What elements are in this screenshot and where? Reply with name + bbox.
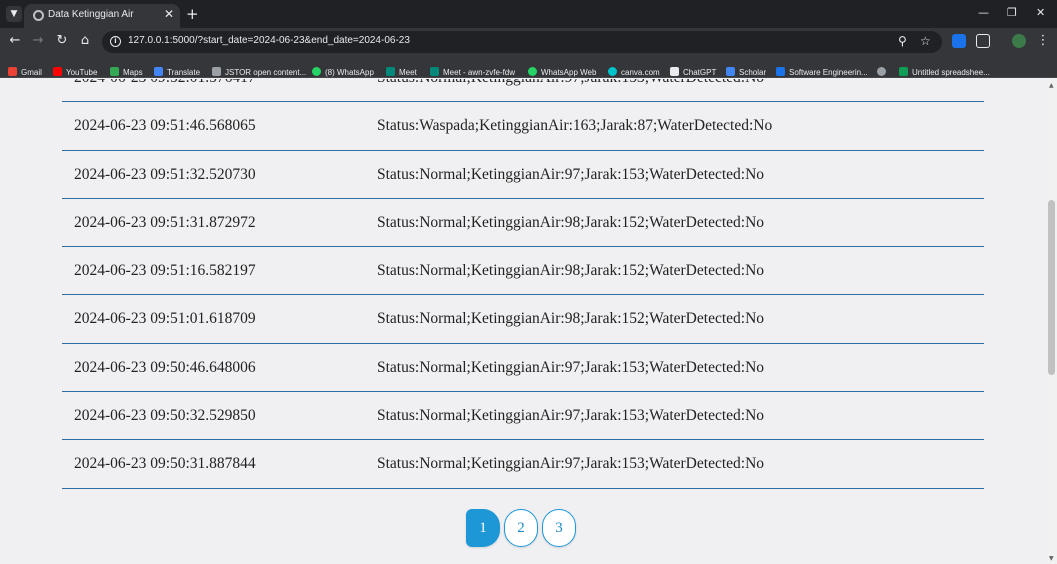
bookmark-maps[interactable]: Maps — [110, 60, 143, 77]
translate-icon — [154, 67, 163, 76]
water-level-table: 2024-06-23 09:52:01.576417 Status:Normal… — [62, 79, 984, 489]
table-row: 2024-06-23 09:50:32.529850 Status:Normal… — [62, 392, 984, 441]
table-row: 2024-06-23 09:51:16.582197 Status:Normal… — [62, 247, 984, 296]
globe-icon — [877, 67, 886, 76]
bookmark-jstor[interactable]: JSTOR open content... — [212, 60, 306, 77]
m-icon — [776, 67, 785, 76]
home-icon[interactable]: ⌂ — [76, 33, 94, 48]
message-cell: Status:Normal;KetinggianAir:97;Jarak:153… — [377, 358, 765, 376]
bookmarks-bar: Gmail YouTube Maps Translate JSTOR open … — [0, 56, 1057, 78]
timestamp-cell: 2024-06-23 09:50:31.887844 — [74, 455, 256, 473]
page-viewport: 2024-06-23 09:52:01.576417 Status:Normal… — [0, 79, 1046, 564]
timestamp-cell: 2024-06-23 09:52:01.576417 — [74, 79, 256, 87]
bookmark-star-icon[interactable]: ☆ — [920, 34, 931, 48]
restore-icon[interactable]: ❐ — [1007, 6, 1017, 19]
table-row: 2024-06-23 09:51:01.618709 Status:Normal… — [62, 295, 984, 344]
message-cell: Status:Normal;KetinggianAir:97;Jarak:153… — [377, 79, 764, 87]
timestamp-cell: 2024-06-23 09:51:16.582197 — [74, 262, 256, 280]
table-row: 2024-06-23 09:51:46.568065 Status:Waspad… — [62, 102, 984, 151]
close-tab-icon[interactable]: ✕ — [164, 7, 174, 21]
tab-title: Data Ketinggian Air — [48, 9, 134, 20]
page-scrollbar[interactable]: ▲ ▼ — [1046, 79, 1057, 564]
back-icon[interactable]: ← — [6, 33, 24, 48]
timestamp-cell: 2024-06-23 09:51:31.872972 — [74, 213, 256, 231]
timestamp-cell: 2024-06-23 09:50:32.529850 — [74, 407, 256, 425]
canva-icon — [608, 67, 617, 76]
bookmark-youtube[interactable]: YouTube — [53, 60, 97, 77]
message-cell: Status:Normal;KetinggianAir:98;Jarak:152… — [377, 213, 765, 231]
chatgpt-icon — [670, 67, 679, 76]
message-cell: Status:Normal;KetinggianAir:97;Jarak:153… — [377, 455, 765, 473]
globe-icon — [33, 10, 44, 21]
minimize-icon[interactable]: — — [978, 6, 989, 19]
reload-icon[interactable]: ↻ — [53, 33, 71, 48]
youtube-icon — [53, 67, 62, 76]
tab-search-icon[interactable]: ▼ — [6, 6, 22, 22]
extensions-puzzle-icon[interactable] — [976, 34, 990, 48]
site-info-icon[interactable]: i — [110, 36, 121, 47]
table-row: 2024-06-23 09:50:46.648006 Status:Normal… — [62, 344, 984, 393]
extension-icon[interactable] — [952, 34, 966, 48]
message-cell: Status:Normal;KetinggianAir:98;Jarak:152… — [377, 262, 765, 280]
url-text[interactable]: 127.0.0.1:5000/?start_date=2024-06-23&en… — [128, 35, 410, 46]
timestamp-cell: 2024-06-23 09:50:46.648006 — [74, 358, 256, 376]
forward-icon[interactable]: → — [29, 33, 47, 48]
table-row: 2024-06-23 09:51:31.872972 Status:Normal… — [62, 199, 984, 248]
table-row: 2024-06-23 09:52:01.576417 Status:Normal… — [62, 79, 984, 103]
page-3-button[interactable]: 3 — [542, 509, 576, 547]
timestamp-cell: 2024-06-23 09:51:01.618709 — [74, 310, 256, 328]
table-row: 2024-06-23 09:50:31.887844 Status:Normal… — [62, 440, 984, 489]
whatsapp-icon — [312, 67, 321, 76]
meet-icon — [430, 67, 439, 76]
address-bar[interactable]: i 127.0.0.1:5000/?start_date=2024-06-23&… — [102, 31, 942, 53]
close-window-icon[interactable]: ✕ — [1036, 6, 1045, 19]
page-2-button[interactable]: 2 — [504, 509, 538, 547]
bookmark-meet-room[interactable]: Meet - awn-zvfe-fdw — [430, 60, 515, 77]
browser-tab[interactable]: Data Ketinggian Air ✕ — [24, 4, 180, 28]
meet-icon — [386, 67, 395, 76]
tab-strip: ▼ Data Ketinggian Air ✕ + — ❐ ✕ — [0, 0, 1057, 28]
bookmark-meet[interactable]: Meet — [386, 60, 417, 77]
scrollbar-thumb[interactable] — [1048, 200, 1055, 375]
kebab-menu-icon[interactable]: ⋮ — [1034, 33, 1052, 48]
sheets-icon — [899, 67, 908, 76]
bookmark-globe[interactable] — [877, 60, 890, 76]
zoom-icon[interactable]: ⚲ — [898, 34, 907, 48]
message-cell: Status:Normal;KetinggianAir:97;Jarak:153… — [377, 407, 765, 425]
browser-toolbar: ← → ↻ ⌂ i 127.0.0.1:5000/?start_date=202… — [0, 28, 1057, 56]
page-1-button[interactable]: 1 — [466, 509, 500, 547]
scholar-icon — [726, 67, 735, 76]
message-cell: Status:Normal;KetinggianAir:97;Jarak:153… — [377, 165, 765, 183]
new-tab-icon[interactable]: + — [186, 5, 199, 23]
scroll-up-arrow-icon[interactable]: ▲ — [1049, 82, 1054, 89]
message-cell: Status:Waspada;KetinggianAir:163;Jarak:8… — [377, 117, 773, 135]
profile-avatar[interactable] — [1012, 34, 1026, 48]
scroll-down-arrow-icon[interactable]: ▼ — [1049, 555, 1054, 562]
bookmark-software-engineering[interactable]: Software Engineerin... — [776, 60, 868, 77]
timestamp-cell: 2024-06-23 09:51:32.520730 — [74, 165, 256, 183]
bookmark-canva[interactable]: canva.com — [608, 60, 660, 77]
timestamp-cell: 2024-06-23 09:51:46.568065 — [74, 117, 256, 135]
jstor-icon — [212, 67, 221, 76]
whatsapp-icon — [528, 67, 537, 76]
bookmark-gmail[interactable]: Gmail — [8, 60, 42, 77]
bookmark-whatsapp-web[interactable]: WhatsApp Web — [528, 60, 596, 77]
bookmark-scholar[interactable]: Scholar — [726, 60, 766, 77]
bookmark-chatgpt[interactable]: ChatGPT — [670, 60, 716, 77]
maps-icon — [110, 67, 119, 76]
bookmark-translate[interactable]: Translate — [154, 60, 200, 77]
message-cell: Status:Normal;KetinggianAir:98;Jarak:152… — [377, 310, 765, 328]
gmail-icon — [8, 67, 17, 76]
bookmark-whatsapp[interactable]: (8) WhatsApp — [312, 60, 374, 77]
bookmark-spreadsheet[interactable]: Untitled spreadshee... — [899, 60, 990, 77]
table-row: 2024-06-23 09:51:32.520730 Status:Normal… — [62, 151, 984, 199]
